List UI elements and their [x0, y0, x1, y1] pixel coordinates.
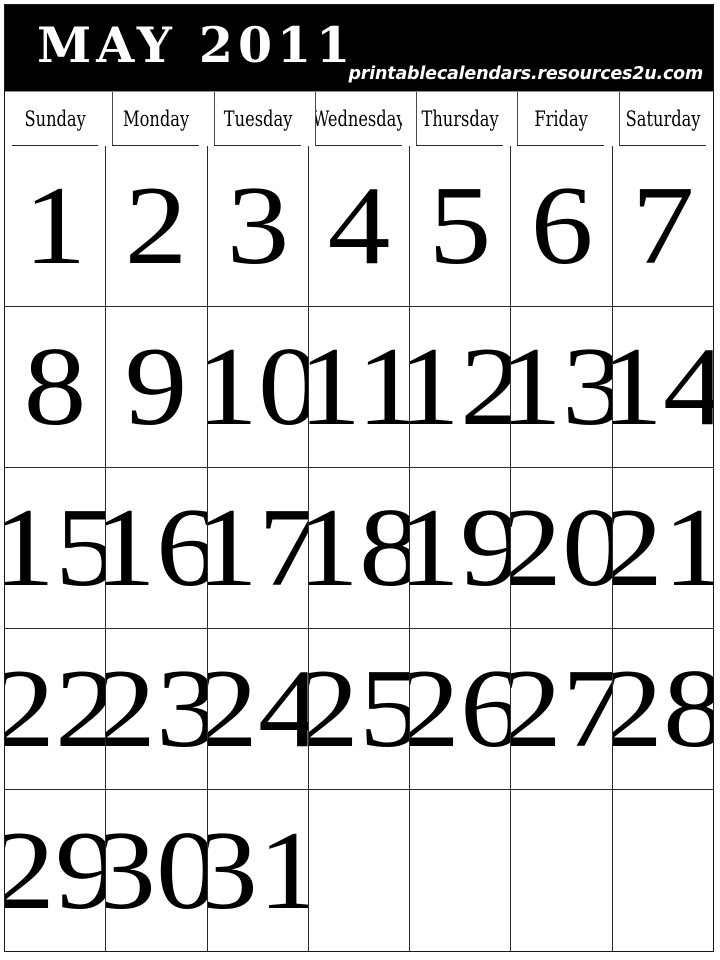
- day-cell-empty[interactable]: [510, 790, 612, 951]
- day-cell[interactable]: 15: [5, 468, 106, 629]
- day-cell[interactable]: 5: [409, 146, 511, 307]
- day-cell-empty[interactable]: [409, 790, 511, 951]
- week-row: 29 30 31: [5, 790, 713, 951]
- calendar-title-banner: MAY 2011 printablecalendars.resources2u.…: [5, 5, 713, 91]
- day-number: 13: [511, 331, 611, 443]
- day-number: 26: [410, 653, 510, 765]
- weekday-header-monday: Monday: [112, 92, 200, 146]
- day-cell[interactable]: 19: [409, 468, 511, 629]
- day-cell[interactable]: 12: [409, 307, 511, 468]
- day-number: 30: [106, 815, 206, 927]
- week-row: 15 16 17 18 19 20 21: [5, 468, 713, 629]
- day-number: 22: [5, 653, 105, 765]
- day-cell[interactable]: 7: [611, 146, 713, 307]
- day-cell[interactable]: 30: [105, 790, 207, 951]
- day-number: 25: [309, 653, 409, 765]
- day-cell[interactable]: 4: [307, 146, 410, 307]
- day-cell[interactable]: 20: [510, 468, 612, 629]
- day-cell[interactable]: 9: [105, 307, 207, 468]
- weekday-header-row: Sunday Monday Tuesday Wednesday Thursday…: [5, 92, 713, 146]
- weekday-header-thursday: Thursday: [416, 92, 504, 146]
- weekday-header-tuesday: Tuesday: [213, 92, 301, 146]
- day-cell[interactable]: 2: [105, 146, 207, 307]
- day-number: 19: [410, 492, 510, 604]
- day-cell-empty[interactable]: [611, 790, 713, 951]
- day-cell-empty[interactable]: [307, 790, 410, 951]
- day-number: 5: [428, 164, 492, 288]
- day-cell[interactable]: 17: [206, 468, 308, 629]
- day-number: 20: [511, 492, 611, 604]
- day-cell[interactable]: 8: [5, 307, 106, 468]
- day-cell[interactable]: 29: [5, 790, 106, 951]
- day-number: 16: [106, 492, 206, 604]
- day-number: 4: [327, 164, 391, 288]
- day-cell[interactable]: 26: [409, 629, 511, 790]
- day-number: 15: [5, 492, 105, 604]
- month-year-title: MAY 2011: [37, 16, 356, 74]
- day-cell[interactable]: 11: [307, 307, 410, 468]
- day-number: 14: [613, 331, 713, 443]
- day-number: 8: [23, 325, 87, 449]
- calendar-sheet: MAY 2011 printablecalendars.resources2u.…: [4, 4, 714, 952]
- day-cell[interactable]: 31: [206, 790, 308, 951]
- day-cell[interactable]: 3: [206, 146, 308, 307]
- day-cell[interactable]: 23: [105, 629, 207, 790]
- weekday-header-saturday: Saturday: [618, 92, 706, 146]
- day-number: 27: [511, 653, 611, 765]
- day-cell[interactable]: 6: [510, 146, 612, 307]
- day-cell[interactable]: 22: [5, 629, 106, 790]
- day-number: 1: [23, 164, 87, 288]
- week-row: 8 9 10 11 12 13 14: [5, 307, 713, 468]
- weekday-header-friday: Friday: [517, 92, 605, 146]
- day-number: 3: [226, 164, 290, 288]
- day-number: 2: [125, 164, 188, 288]
- week-row: 1 2 3 4 5 6 7: [5, 146, 713, 307]
- day-cell[interactable]: 27: [510, 629, 612, 790]
- day-number: 24: [208, 653, 308, 765]
- day-number: 21: [613, 492, 713, 604]
- day-cell[interactable]: 25: [307, 629, 410, 790]
- day-cell[interactable]: 16: [105, 468, 207, 629]
- calendar-grid: Sunday Monday Tuesday Wednesday Thursday…: [5, 91, 713, 951]
- site-url-watermark: printablecalendars.resources2u.com: [348, 64, 703, 84]
- weekday-header-sunday: Sunday: [12, 92, 99, 146]
- day-number: 10: [208, 331, 308, 443]
- day-number: 23: [106, 653, 206, 765]
- day-number: 6: [530, 164, 593, 288]
- day-cell[interactable]: 24: [206, 629, 308, 790]
- day-number: 11: [309, 331, 409, 443]
- day-cell[interactable]: 21: [611, 468, 713, 629]
- day-number: 17: [208, 492, 308, 604]
- day-cell[interactable]: 14: [611, 307, 713, 468]
- day-cell[interactable]: 10: [206, 307, 308, 468]
- day-cell[interactable]: 18: [307, 468, 410, 629]
- day-number: 12: [410, 331, 510, 443]
- day-cell[interactable]: 28: [611, 629, 713, 790]
- day-number: 7: [631, 164, 695, 288]
- day-cell[interactable]: 1: [5, 146, 106, 307]
- day-cell[interactable]: 13: [510, 307, 612, 468]
- day-number: 29: [5, 815, 105, 927]
- day-number: 31: [208, 815, 308, 927]
- day-number: 18: [309, 492, 409, 604]
- weekday-header-wednesday: Wednesday: [314, 92, 403, 146]
- day-number: 9: [125, 325, 188, 449]
- week-row: 22 23 24 25 26 27 28: [5, 629, 713, 790]
- day-number: 28: [613, 653, 713, 765]
